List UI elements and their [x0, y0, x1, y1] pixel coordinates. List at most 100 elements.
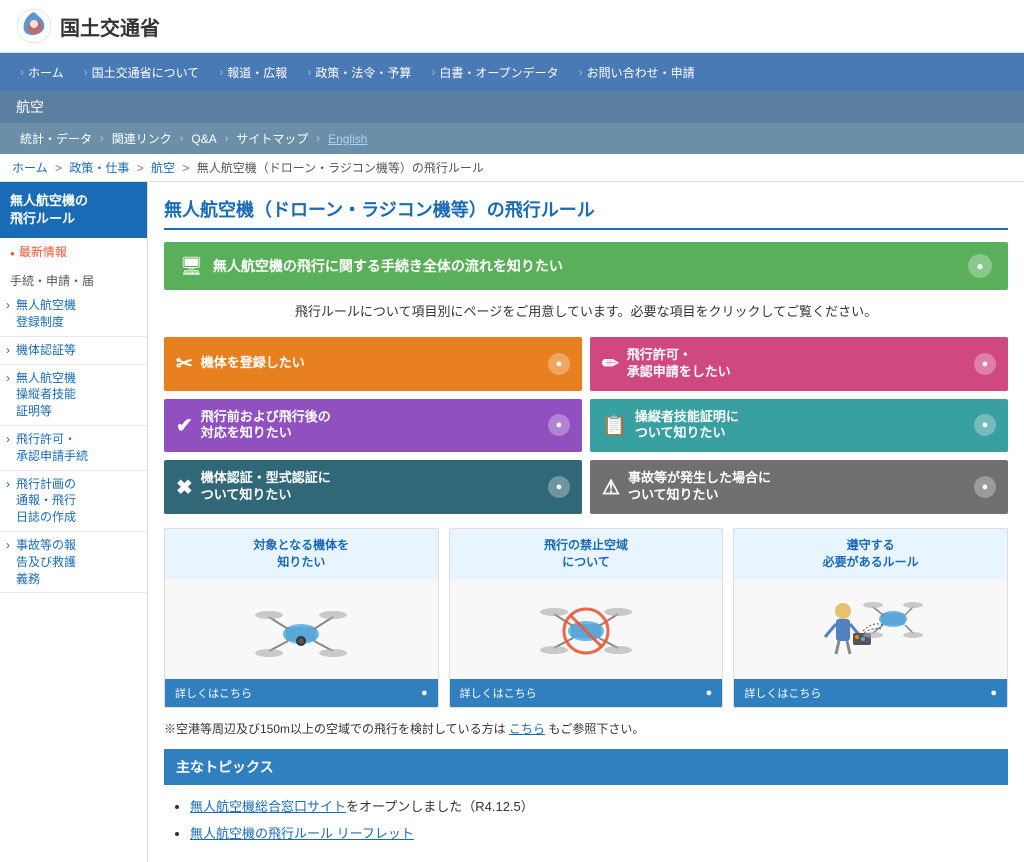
nav-arrow-contact: ›	[579, 65, 583, 79]
notice-link[interactable]: こちら	[509, 722, 545, 736]
topics-header: 主なトピックス	[164, 749, 1008, 785]
nav-about-label: 国土交通省について	[92, 64, 200, 81]
nav-arrow-home: ›	[20, 65, 24, 79]
sidebar: 無人航空機の飛行ルール 最新情報 手続・申請・届 無人航空機登録制度 機体認証等…	[0, 182, 148, 862]
card2-image	[450, 579, 723, 679]
nav-about[interactable]: › 国土交通省について	[74, 64, 210, 81]
sub-nav-sitemap[interactable]: サイトマップ	[228, 127, 316, 150]
page-title: 無人航空機（ドローン・ラジコン機等）の飛行ルール	[164, 196, 1008, 230]
card3-footer-text: 詳しくはこちら	[744, 685, 821, 701]
image-cards: 対象となる機体を知りたい	[164, 528, 1008, 708]
green-banner-text: 無人航空機の飛行に関する手続き全体の流れを知りたい	[213, 256, 968, 276]
drone-prohibited-svg	[526, 589, 646, 669]
sidebar-link-registration[interactable]: 無人航空機登録制度	[0, 292, 147, 337]
btn-preflight-arrow-icon: ●	[548, 414, 570, 436]
wrench-icon: ✖	[176, 475, 193, 500]
check-icon: ✔	[176, 413, 193, 438]
breadcrumb-policy[interactable]: 政策・仕事	[69, 161, 129, 175]
breadcrumb-aviation[interactable]: 航空	[151, 161, 175, 175]
sidebar-link-flightplan[interactable]: 飛行計画の通報・飛行日誌の作成	[0, 471, 147, 532]
sub-nav: 統計・データ › 関連リンク › Q&A › サイトマップ › English	[0, 123, 1024, 154]
green-banner-arrow-icon: ●	[968, 254, 992, 278]
sub-nav-stats[interactable]: 統計・データ	[12, 127, 100, 150]
card-prohibited-zones[interactable]: 飛行の禁止空域について	[449, 528, 724, 708]
sidebar-link-permit[interactable]: 飛行許可・承認申請手続	[0, 426, 147, 471]
main-nav: › ホーム › 国土交通省について › 報道・広報 › 政策・法令・予算 › 白…	[0, 53, 1024, 91]
nav-contact[interactable]: › お問い合わせ・申請	[569, 64, 705, 81]
monitor-icon: 🖥	[180, 256, 203, 277]
sidebar-link-accident[interactable]: 事故等の報告及び救護義務	[0, 532, 147, 593]
action-btn-skill[interactable]: 📋 操縦者技能証明について知りたい ●	[590, 399, 1008, 453]
site-title: 国土交通省	[60, 12, 160, 41]
scissors-icon: ✂	[176, 351, 193, 376]
nav-home[interactable]: › ホーム	[10, 64, 74, 81]
card3-footer[interactable]: 詳しくはこちら ●	[734, 679, 1007, 707]
btn-permit-arrow-icon: ●	[974, 353, 996, 375]
topics-item-1: 無人航空機総合窓口サイトをオープンしました（R4.12.5）	[190, 793, 998, 821]
sub-nav-links[interactable]: 関連リンク	[104, 127, 180, 150]
card3-image	[734, 579, 1007, 679]
content-area: 無人航空機（ドローン・ラジコン機等）の飛行ルール 🖥 無人航空機の飛行に関する手…	[148, 182, 1024, 862]
btn-accident-arrow-icon: ●	[974, 476, 996, 498]
card1-title: 対象となる機体を知りたい	[165, 529, 438, 579]
nav-home-label: ホーム	[28, 64, 64, 81]
nav-press[interactable]: › 報道・広報	[209, 64, 297, 81]
card1-footer[interactable]: 詳しくはこちら ●	[165, 679, 438, 707]
action-buttons-grid: ✂ 機体を登録したい ● ✏ 飛行許可・承認申請をしたい ● ✔ 飛行前および飛…	[164, 337, 1008, 514]
card3-arrow-icon: ●	[990, 687, 997, 699]
breadcrumb-home[interactable]: ホーム	[12, 161, 48, 175]
drone-person-svg	[811, 589, 931, 669]
btn-type-cert-text: 機体認証・型式認証について知りたい	[201, 470, 548, 504]
nav-arrow-policy: ›	[307, 65, 311, 79]
sidebar-latest[interactable]: 最新情報	[0, 238, 147, 265]
topics-link-1[interactable]: 無人航空機総合窓口サイト	[190, 799, 346, 814]
card1-arrow-icon: ●	[421, 687, 428, 699]
breadcrumb: ホーム > 政策・仕事 > 航空 > 無人航空機（ドローン・ラジコン機等）の飛行…	[0, 154, 1024, 182]
sub-nav-english[interactable]: English	[320, 129, 375, 149]
breadcrumb-current: 無人航空機（ドローン・ラジコン機等）の飛行ルール	[197, 161, 484, 175]
btn-permit-text: 飛行許可・承認申請をしたい	[627, 347, 974, 381]
card1-image	[165, 579, 438, 679]
btn-skill-text: 操縦者技能証明について知りたい	[635, 409, 974, 443]
section-label: 航空	[16, 99, 44, 115]
topics-link-2[interactable]: 無人航空機の飛行ルール リーフレット	[190, 826, 414, 841]
breadcrumb-sep3: >	[182, 161, 192, 175]
edit-icon: ✏	[602, 351, 619, 376]
card3-title: 遵守する必要があるルール	[734, 529, 1007, 579]
notice-suffix: もご参照下さい。	[548, 722, 644, 736]
action-btn-register[interactable]: ✂ 機体を登録したい ●	[164, 337, 582, 391]
nav-arrow-data: ›	[431, 65, 435, 79]
action-btn-accident[interactable]: ⚠ 事故等が発生した場合について知りたい ●	[590, 460, 1008, 514]
card2-arrow-icon: ●	[706, 687, 713, 699]
nav-policy[interactable]: › 政策・法令・予算	[297, 64, 421, 81]
action-btn-type-cert[interactable]: ✖ 機体認証・型式認証について知りたい ●	[164, 460, 582, 514]
btn-register-text: 機体を登録したい	[201, 355, 548, 372]
btn-skill-arrow-icon: ●	[974, 414, 996, 436]
nav-policy-label: 政策・法令・予算	[315, 64, 411, 81]
card2-footer[interactable]: 詳しくはこちら ●	[450, 679, 723, 707]
drone-normal-svg	[241, 589, 361, 669]
green-banner-button[interactable]: 🖥 無人航空機の飛行に関する手続き全体の流れを知りたい ●	[164, 242, 1008, 290]
sub-nav-qa[interactable]: Q&A	[183, 129, 224, 149]
btn-type-cert-arrow-icon: ●	[548, 476, 570, 498]
nav-data[interactable]: › 白書・オープンデータ	[421, 64, 568, 81]
action-btn-preflight[interactable]: ✔ 飛行前および飛行後の対応を知りたい ●	[164, 399, 582, 453]
notice-text: ※空港等周辺及び150m以上の空域での飛行を検討している方は こちら もご参照下…	[164, 720, 1008, 737]
nav-contact-label: お問い合わせ・申請	[587, 64, 695, 81]
card2-title: 飛行の禁止空域について	[450, 529, 723, 579]
card-rules[interactable]: 遵守する必要があるルール	[733, 528, 1008, 708]
section-bar: 航空	[0, 91, 1024, 123]
sidebar-header: 無人航空機の飛行ルール	[0, 182, 147, 238]
sidebar-link-operator[interactable]: 無人航空機操縦者技能証明等	[0, 365, 147, 426]
nav-arrow-press: ›	[219, 65, 223, 79]
main-content: 無人航空機の飛行ルール 最新情報 手続・申請・届 無人航空機登録制度 機体認証等…	[0, 182, 1024, 862]
action-btn-permit[interactable]: ✏ 飛行許可・承認申請をしたい ●	[590, 337, 1008, 391]
sidebar-link-certification[interactable]: 機体認証等	[0, 337, 147, 365]
nav-arrow-about: ›	[84, 65, 88, 79]
card2-footer-text: 詳しくはこちら	[460, 685, 537, 701]
card-target-aircraft[interactable]: 対象となる機体を知りたい	[164, 528, 439, 708]
warning-icon: ⚠	[602, 475, 620, 500]
topics-list: 無人航空機総合窓口サイトをオープンしました（R4.12.5） 無人航空機の飛行ル…	[164, 793, 1008, 848]
breadcrumb-sep2: >	[137, 161, 147, 175]
sidebar-section-title: 手続・申請・届	[0, 265, 147, 292]
